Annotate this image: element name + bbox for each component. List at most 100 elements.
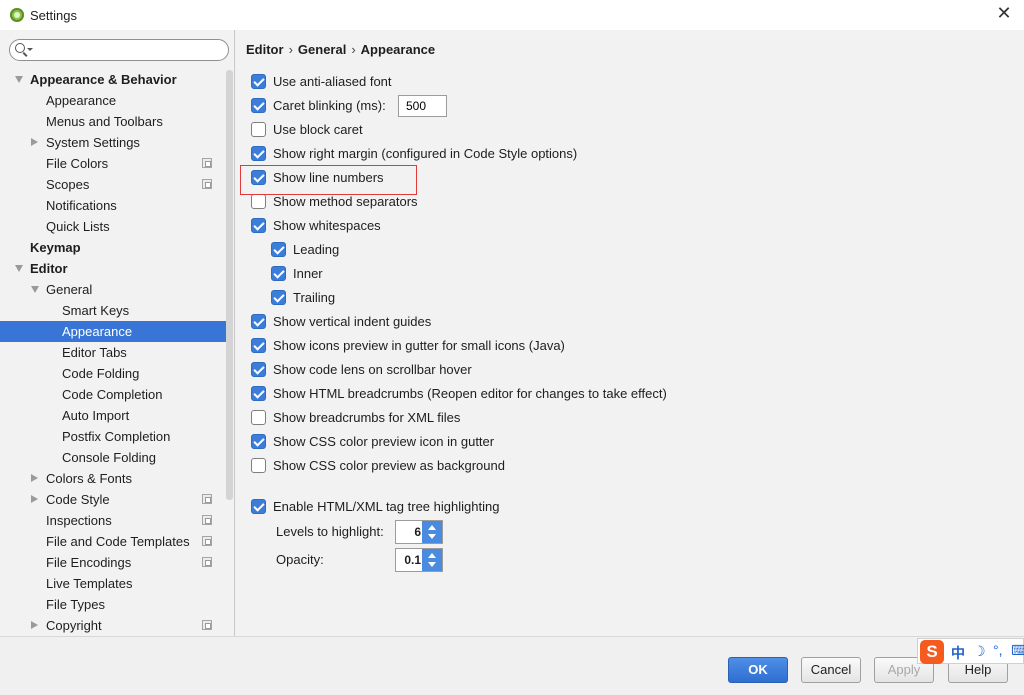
project-scope-icon — [202, 179, 212, 189]
ok-button[interactable]: OK — [728, 657, 788, 683]
option-checkbox[interactable] — [251, 218, 266, 233]
sidebar-item[interactable]: Quick Lists — [0, 216, 226, 237]
sogou-logo-icon[interactable]: S — [920, 640, 944, 664]
sidebar-item[interactable]: Console Folding — [0, 447, 226, 468]
option-checkbox[interactable] — [251, 434, 266, 449]
option-checkbox[interactable] — [251, 194, 266, 209]
sidebar-item[interactable]: System Settings — [0, 132, 226, 153]
sidebar-item[interactable]: File Types — [0, 594, 226, 615]
sidebar-item[interactable]: Live Templates — [0, 573, 226, 594]
option-checkbox[interactable] — [251, 122, 266, 137]
cancel-button[interactable]: Cancel — [801, 657, 861, 683]
sidebar-item[interactable]: File Colors — [0, 153, 226, 174]
option-checkbox[interactable] — [271, 290, 286, 305]
sidebar-item[interactable]: Code Completion — [0, 384, 226, 405]
collapsed-arrow-icon[interactable] — [31, 138, 38, 146]
sidebar-scrollbar[interactable] — [226, 70, 233, 500]
option-checkbox[interactable] — [251, 146, 266, 161]
punctuation-icon[interactable]: °, — [993, 642, 1003, 658]
sidebar-item[interactable]: File and Code Templates — [0, 531, 226, 552]
caret-blinking-input[interactable] — [404, 98, 446, 114]
sidebar-item[interactable]: Appearance — [0, 90, 226, 111]
option-label: Use anti-aliased font — [273, 74, 392, 89]
sidebar-item[interactable]: Auto Import — [0, 405, 226, 426]
ime-language-toggle[interactable]: 中 — [951, 643, 965, 663]
option-checkbox[interactable] — [271, 266, 286, 281]
sidebar-item-label: File and Code Templates — [46, 534, 190, 549]
sidebar-item[interactable]: Inspections — [0, 510, 226, 531]
decrement-arrow-icon[interactable] — [428, 534, 436, 539]
option-label: Show method separators — [273, 194, 418, 209]
opacity-stepper[interactable]: 0.1 — [395, 548, 443, 572]
sidebar-item-label: Appearance — [62, 324, 133, 339]
option-label: Leading — [293, 242, 340, 257]
search-input[interactable] — [36, 41, 222, 59]
sidebar-item[interactable]: Editor Tabs — [0, 342, 226, 363]
keyboard-icon[interactable]: ⌨ — [1011, 642, 1024, 659]
option-label: Show HTML breadcrumbs (Reopen editor for… — [273, 386, 667, 401]
sidebar-item-label: File Types — [46, 597, 106, 612]
option-checkbox[interactable] — [251, 338, 266, 353]
opacity-value[interactable]: 0.1 — [396, 549, 423, 571]
option-checkbox[interactable] — [251, 362, 266, 377]
option-label: Show CSS color preview as background — [273, 458, 505, 473]
option-label: Show code lens on scrollbar hover — [273, 362, 472, 377]
breadcrumb-item: Editor — [246, 42, 284, 57]
moon-icon[interactable]: ☽ — [973, 643, 986, 660]
sidebar-item[interactable]: Appearance — [0, 321, 226, 342]
collapsed-arrow-icon[interactable] — [31, 495, 38, 503]
option-checkbox[interactable] — [251, 74, 266, 89]
option-checkbox[interactable] — [251, 386, 266, 401]
sidebar-item[interactable]: Editor — [0, 258, 226, 279]
sidebar-item-label: Scopes — [46, 177, 90, 192]
sidebar-item[interactable]: Colors & Fonts — [0, 468, 226, 489]
option-checkbox[interactable] — [251, 458, 266, 473]
collapsed-arrow-icon[interactable] — [31, 474, 38, 482]
sidebar-item[interactable]: Menus and Toolbars — [0, 111, 226, 132]
increment-arrow-icon[interactable] — [428, 525, 436, 530]
option-label: Show CSS color preview icon in gutter — [273, 434, 495, 449]
sidebar-item[interactable]: Postfix Completion — [0, 426, 226, 447]
project-scope-icon — [202, 557, 212, 567]
sidebar-item[interactable]: Keymap — [0, 237, 226, 258]
decrement-arrow-icon[interactable] — [428, 562, 436, 567]
expanded-arrow-icon[interactable] — [15, 265, 23, 272]
option-checkbox[interactable] — [251, 410, 266, 425]
expanded-arrow-icon[interactable] — [31, 286, 39, 293]
option-label: Use block caret — [273, 122, 363, 137]
sidebar-item[interactable]: Smart Keys — [0, 300, 226, 321]
option-checkbox[interactable] — [251, 98, 266, 113]
sidebar-item[interactable]: Code Folding — [0, 363, 226, 384]
option-checkbox[interactable] — [271, 242, 286, 257]
close-icon[interactable]: ✕ — [994, 3, 1014, 24]
sidebar-item[interactable]: General — [0, 279, 226, 300]
sidebar-item-label: Editor Tabs — [62, 345, 127, 360]
sidebar-item-label: File Colors — [46, 156, 109, 171]
sidebar-item-label: Inspections — [46, 513, 112, 528]
sidebar-item[interactable]: Notifications — [0, 195, 226, 216]
settings-sidebar: Appearance & Behavior Appearance Menus and… — [0, 30, 235, 636]
levels-stepper[interactable]: 6 — [395, 520, 443, 544]
opacity-spinner-buttons[interactable] — [422, 549, 442, 571]
sidebar-item-label: Copyright — [46, 618, 102, 633]
android-studio-icon — [10, 8, 24, 22]
increment-arrow-icon[interactable] — [428, 553, 436, 558]
search-box[interactable] — [9, 39, 229, 61]
search-options-caret-icon[interactable] — [27, 48, 33, 51]
option-label: Inner — [293, 266, 323, 281]
caret-blinking-field[interactable] — [398, 95, 447, 117]
sidebar-item[interactable]: Appearance & Behavior — [0, 69, 226, 90]
breadcrumb-separator: › — [288, 42, 293, 57]
levels-spinner-buttons[interactable] — [422, 521, 442, 543]
levels-value[interactable]: 6 — [396, 521, 423, 543]
expanded-arrow-icon[interactable] — [15, 76, 23, 83]
collapsed-arrow-icon[interactable] — [31, 621, 38, 629]
option-checkbox[interactable] — [251, 314, 266, 329]
levels-label: Levels to highlight: — [276, 524, 384, 539]
sidebar-item[interactable]: Code Style — [0, 489, 226, 510]
sidebar-item[interactable]: Scopes — [0, 174, 226, 195]
sidebar-item[interactable]: File Encodings — [0, 552, 226, 573]
sidebar-item-label: Console Folding — [62, 450, 156, 465]
sidebar-item[interactable]: Copyright — [0, 615, 226, 636]
tag-tree-checkbox[interactable] — [251, 499, 266, 514]
